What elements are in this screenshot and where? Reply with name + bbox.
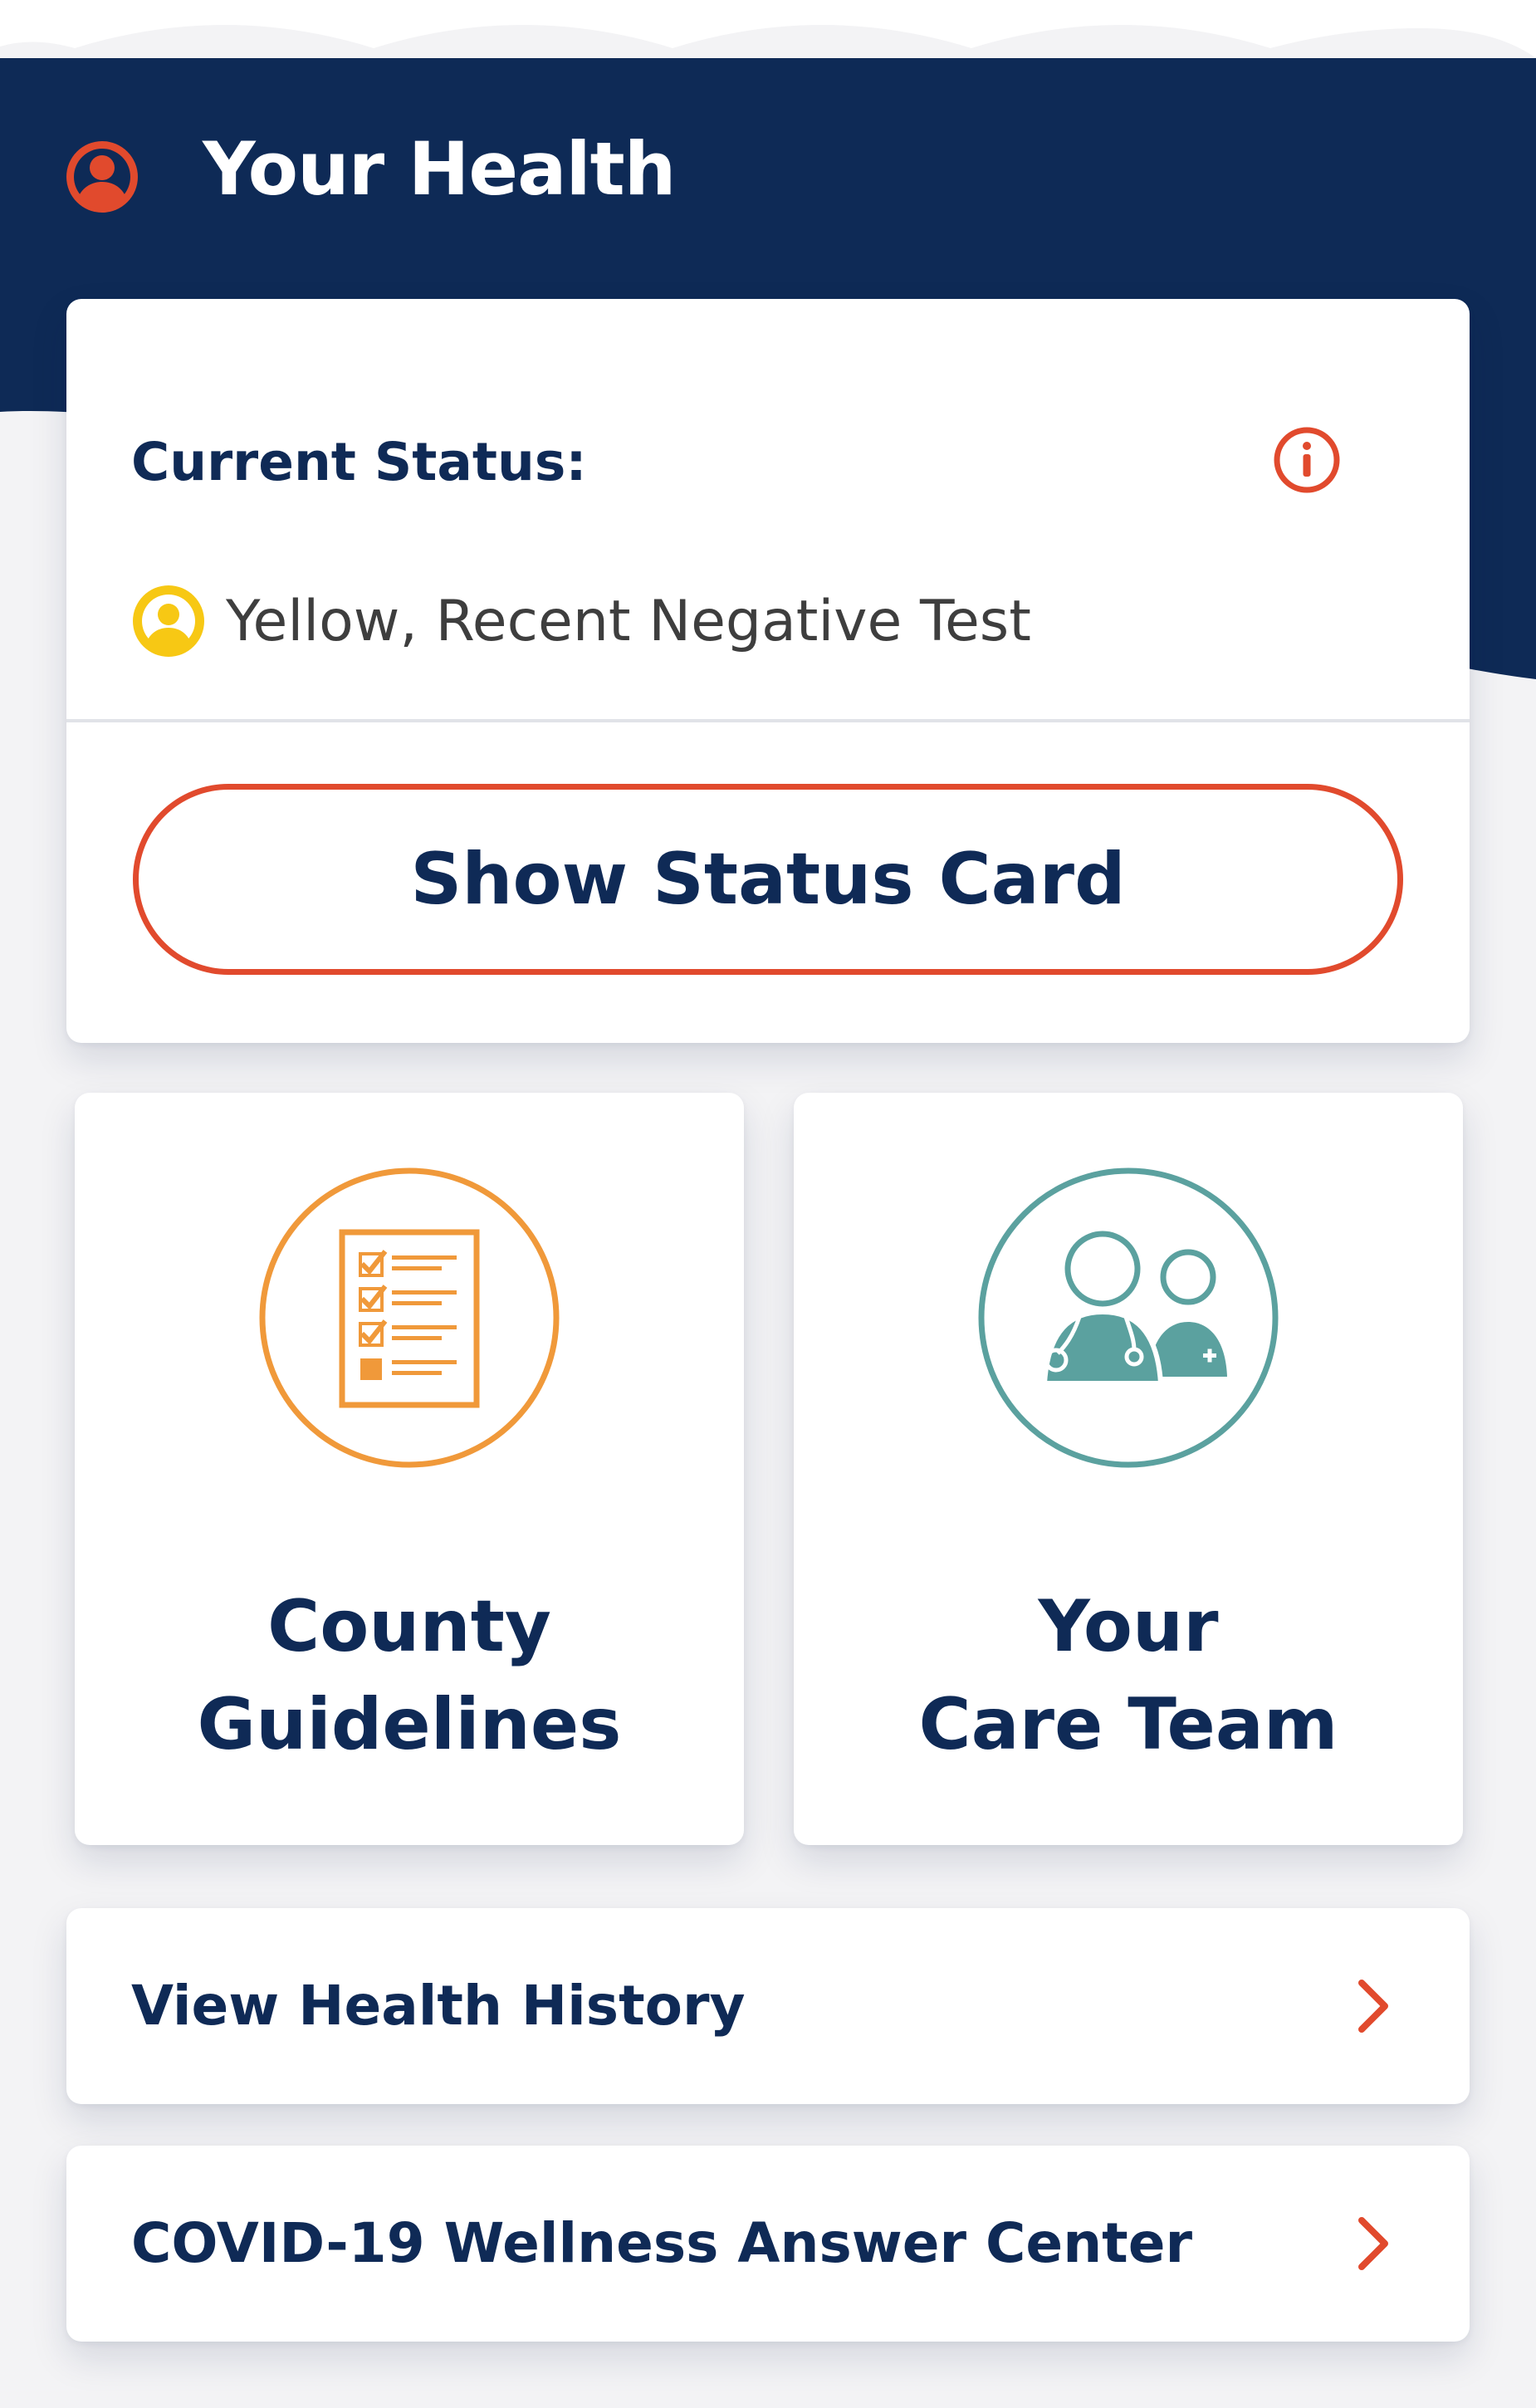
page-title: Your Health bbox=[203, 126, 676, 212]
doctors-icon bbox=[978, 1167, 1279, 1468]
link-label: View Health History bbox=[131, 1974, 746, 2038]
your-care-team-tile[interactable]: Your Care Team bbox=[794, 1093, 1463, 1845]
status-value-row: Yellow, Recent Negative Test bbox=[131, 583, 1031, 659]
status-avatar-icon bbox=[133, 585, 204, 657]
chevron-right-icon bbox=[1358, 2217, 1388, 2270]
checklist-icon bbox=[259, 1167, 560, 1468]
current-status-label: Current Status: bbox=[131, 432, 587, 492]
show-status-card-button[interactable]: Show Status Card bbox=[133, 784, 1403, 975]
info-icon[interactable] bbox=[1272, 425, 1342, 495]
chevron-right-icon bbox=[1358, 1980, 1388, 2033]
tile-label: County Guidelines bbox=[197, 1585, 622, 1766]
user-circle-icon bbox=[66, 141, 138, 213]
view-health-history-link[interactable]: View Health History bbox=[66, 1908, 1470, 2104]
status-card: Current Status: Yellow, Recent Negative … bbox=[66, 299, 1470, 1043]
covid-wellness-answer-center-link[interactable]: COVID-19 Wellness Answer Center bbox=[66, 2146, 1470, 2342]
link-label: COVID-19 Wellness Answer Center bbox=[131, 2211, 1193, 2275]
tile-label: Your Care Team bbox=[918, 1585, 1338, 1766]
divider bbox=[66, 719, 1470, 722]
county-guidelines-tile[interactable]: County Guidelines bbox=[75, 1093, 744, 1845]
status-value: Yellow, Recent Negative Test bbox=[226, 588, 1031, 654]
